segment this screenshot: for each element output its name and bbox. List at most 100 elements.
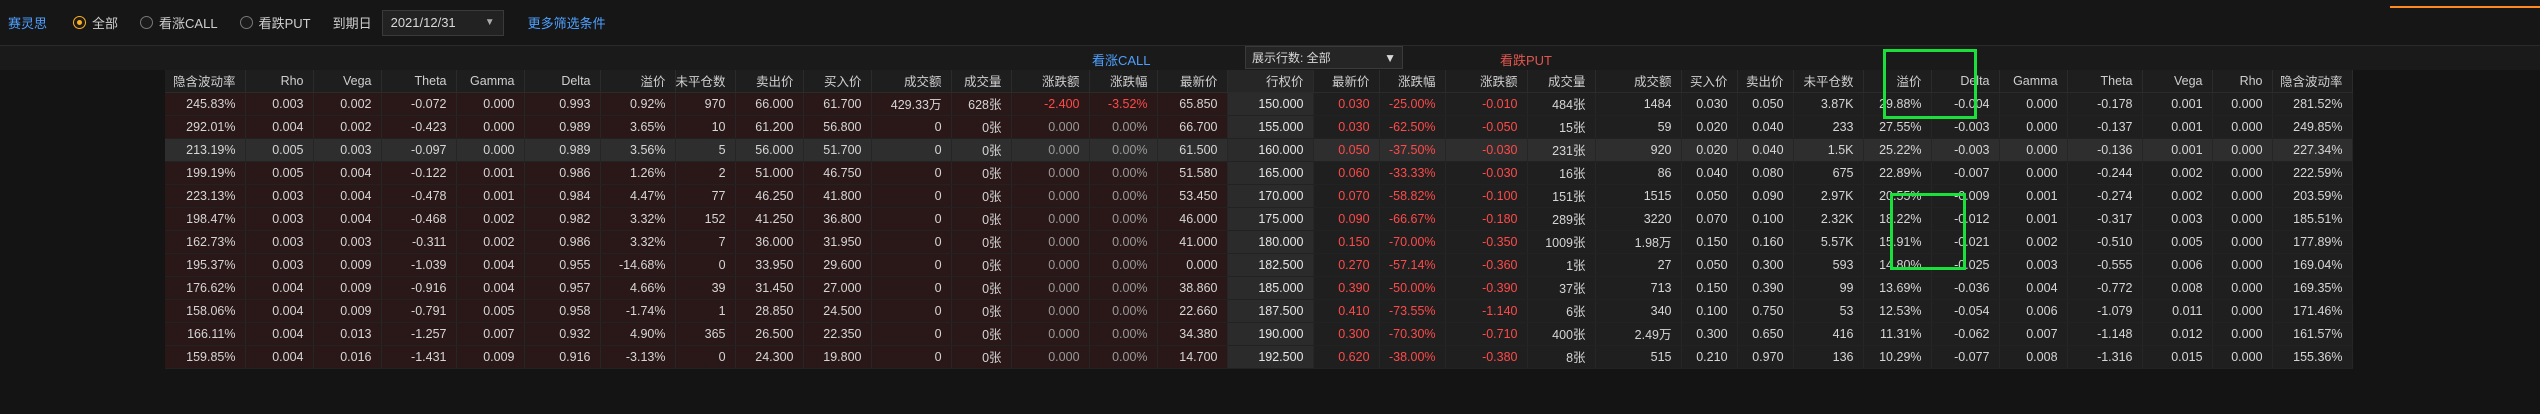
put-cell[interactable]: -0.317 [2067,207,2143,231]
put-cell[interactable]: -0.009 [1931,184,2000,208]
put-cell[interactable]: 0.012 [2142,322,2213,346]
put-cell[interactable]: 0.001 [2142,138,2213,162]
call-cell[interactable]: 0.000 [1011,138,1090,162]
call-cell[interactable]: 41.000 [1157,230,1228,254]
call-cell[interactable]: 0.001 [456,184,525,208]
call-cell[interactable]: 0张 [951,184,1012,208]
put-cell[interactable]: 0.390 [1313,276,1380,300]
call-cell[interactable]: 213.19% [165,138,246,162]
put-cell[interactable]: 0.000 [2212,184,2273,208]
put-cell[interactable]: 0.070 [1681,207,1738,231]
put-cell[interactable]: 0.080 [1737,161,1794,185]
call-cell[interactable]: 3.65% [600,115,676,139]
put-cell[interactable]: -0.380 [1445,345,1528,369]
call-cell[interactable]: -0.916 [381,276,457,300]
call-cell[interactable]: 0.009 [313,299,382,323]
call-cell[interactable]: 0 [871,230,952,254]
put-cell[interactable]: 15张 [1527,115,1596,139]
call-cell[interactable]: 365 [675,322,736,346]
call-cell[interactable]: 0 [871,161,952,185]
put-cell[interactable]: 222.59% [2272,161,2353,185]
call-cell[interactable]: 0 [871,184,952,208]
call-cell[interactable]: 162.73% [165,230,246,254]
call-cell[interactable]: 0 [871,276,952,300]
call-cell[interactable]: 0 [675,345,736,369]
call-cell[interactable]: 0张 [951,138,1012,162]
call-cell[interactable]: 0.000 [1011,161,1090,185]
column-header-put[interactable]: 成交额 [1595,70,1682,93]
call-cell[interactable]: 0.000 [1011,276,1090,300]
call-cell[interactable]: 223.13% [165,184,246,208]
call-cell[interactable]: 0张 [951,322,1012,346]
call-cell[interactable]: 0.000 [1011,207,1090,231]
call-cell[interactable]: 22.660 [1157,299,1228,323]
table-row[interactable]: 199.19% 0.005 0.004 -0.122 0.001 0.986 1.26% 2 5… [0,161,2353,185]
put-cell[interactable]: -0.054 [1931,299,2000,323]
call-cell[interactable]: 0.004 [245,299,314,323]
column-header-call[interactable]: Gamma [456,70,525,93]
column-header-strike[interactable]: 行权价 [1227,70,1314,93]
call-cell[interactable]: 0 [871,322,952,346]
put-cell[interactable]: -1.148 [2067,322,2143,346]
column-header-call[interactable]: 最新价 [1157,70,1228,93]
call-cell[interactable]: 0.916 [524,345,601,369]
put-cell[interactable]: -0.555 [2067,253,2143,277]
call-cell[interactable]: 1 [675,299,736,323]
call-cell[interactable]: 0.00% [1089,253,1158,277]
call-cell[interactable]: 46.250 [735,184,804,208]
call-cell[interactable]: 34.380 [1157,322,1228,346]
call-cell[interactable]: 39 [675,276,736,300]
call-cell[interactable]: 77 [675,184,736,208]
call-cell[interactable]: -2.400 [1011,92,1090,116]
call-cell[interactable]: 0张 [951,299,1012,323]
call-cell[interactable]: 0.000 [1157,253,1228,277]
put-cell[interactable]: 0.030 [1681,92,1738,116]
call-cell[interactable]: 0.955 [524,253,601,277]
put-cell[interactable]: -0.360 [1445,253,1528,277]
call-cell[interactable]: 0.00% [1089,161,1158,185]
put-cell[interactable]: 0.001 [2142,92,2213,116]
call-cell[interactable]: 24.300 [735,345,804,369]
put-cell[interactable]: 37张 [1527,276,1596,300]
put-cell[interactable]: -0.510 [2067,230,2143,254]
call-cell[interactable]: 0.000 [1011,299,1090,323]
column-header-call[interactable]: Theta [381,70,457,93]
call-cell[interactable]: 41.800 [803,184,872,208]
column-header-put[interactable]: 买入价 [1681,70,1738,93]
call-cell[interactable]: 245.83% [165,92,246,116]
call-cell[interactable]: 1.26% [600,161,676,185]
call-cell[interactable]: -0.097 [381,138,457,162]
put-cell[interactable]: -50.00% [1379,276,1446,300]
put-cell[interactable]: -0.003 [1931,138,2000,162]
call-cell[interactable]: 22.350 [803,322,872,346]
put-cell[interactable]: -37.50% [1379,138,1446,162]
call-cell[interactable]: 0.00% [1089,322,1158,346]
put-cell[interactable]: -0.077 [1931,345,2000,369]
call-cell[interactable]: 0张 [951,115,1012,139]
call-cell[interactable]: 0.000 [1011,253,1090,277]
put-cell[interactable]: 0.150 [1681,276,1738,300]
put-cell[interactable]: -58.82% [1379,184,1446,208]
call-cell[interactable]: 0.009 [313,276,382,300]
put-cell[interactable]: -0.137 [2067,115,2143,139]
put-cell[interactable]: 1484 [1595,92,1682,116]
call-cell[interactable]: 0.986 [524,161,601,185]
put-cell[interactable]: 6张 [1527,299,1596,323]
put-cell[interactable]: 0.000 [1999,115,2068,139]
filter-put-radio[interactable]: 看跌PUT [239,13,311,32]
put-cell[interactable]: -0.030 [1445,161,1528,185]
put-cell[interactable]: 0.030 [1313,115,1380,139]
call-cell[interactable]: 65.850 [1157,92,1228,116]
call-cell[interactable]: 0张 [951,230,1012,254]
put-cell[interactable]: 171.46% [2272,299,2353,323]
put-cell[interactable]: 0.040 [1737,115,1794,139]
strike-cell[interactable]: 150.000 [1227,92,1314,116]
put-cell[interactable]: 0.001 [1999,184,2068,208]
call-cell[interactable]: 0.009 [456,345,525,369]
call-cell[interactable]: 0.007 [456,322,525,346]
put-cell[interactable]: 0.000 [2212,322,2273,346]
call-cell[interactable]: -14.68% [600,253,676,277]
put-cell[interactable]: 0.410 [1313,299,1380,323]
put-cell[interactable]: 27.55% [1863,115,1932,139]
column-header-put[interactable]: 卖出价 [1737,70,1794,93]
